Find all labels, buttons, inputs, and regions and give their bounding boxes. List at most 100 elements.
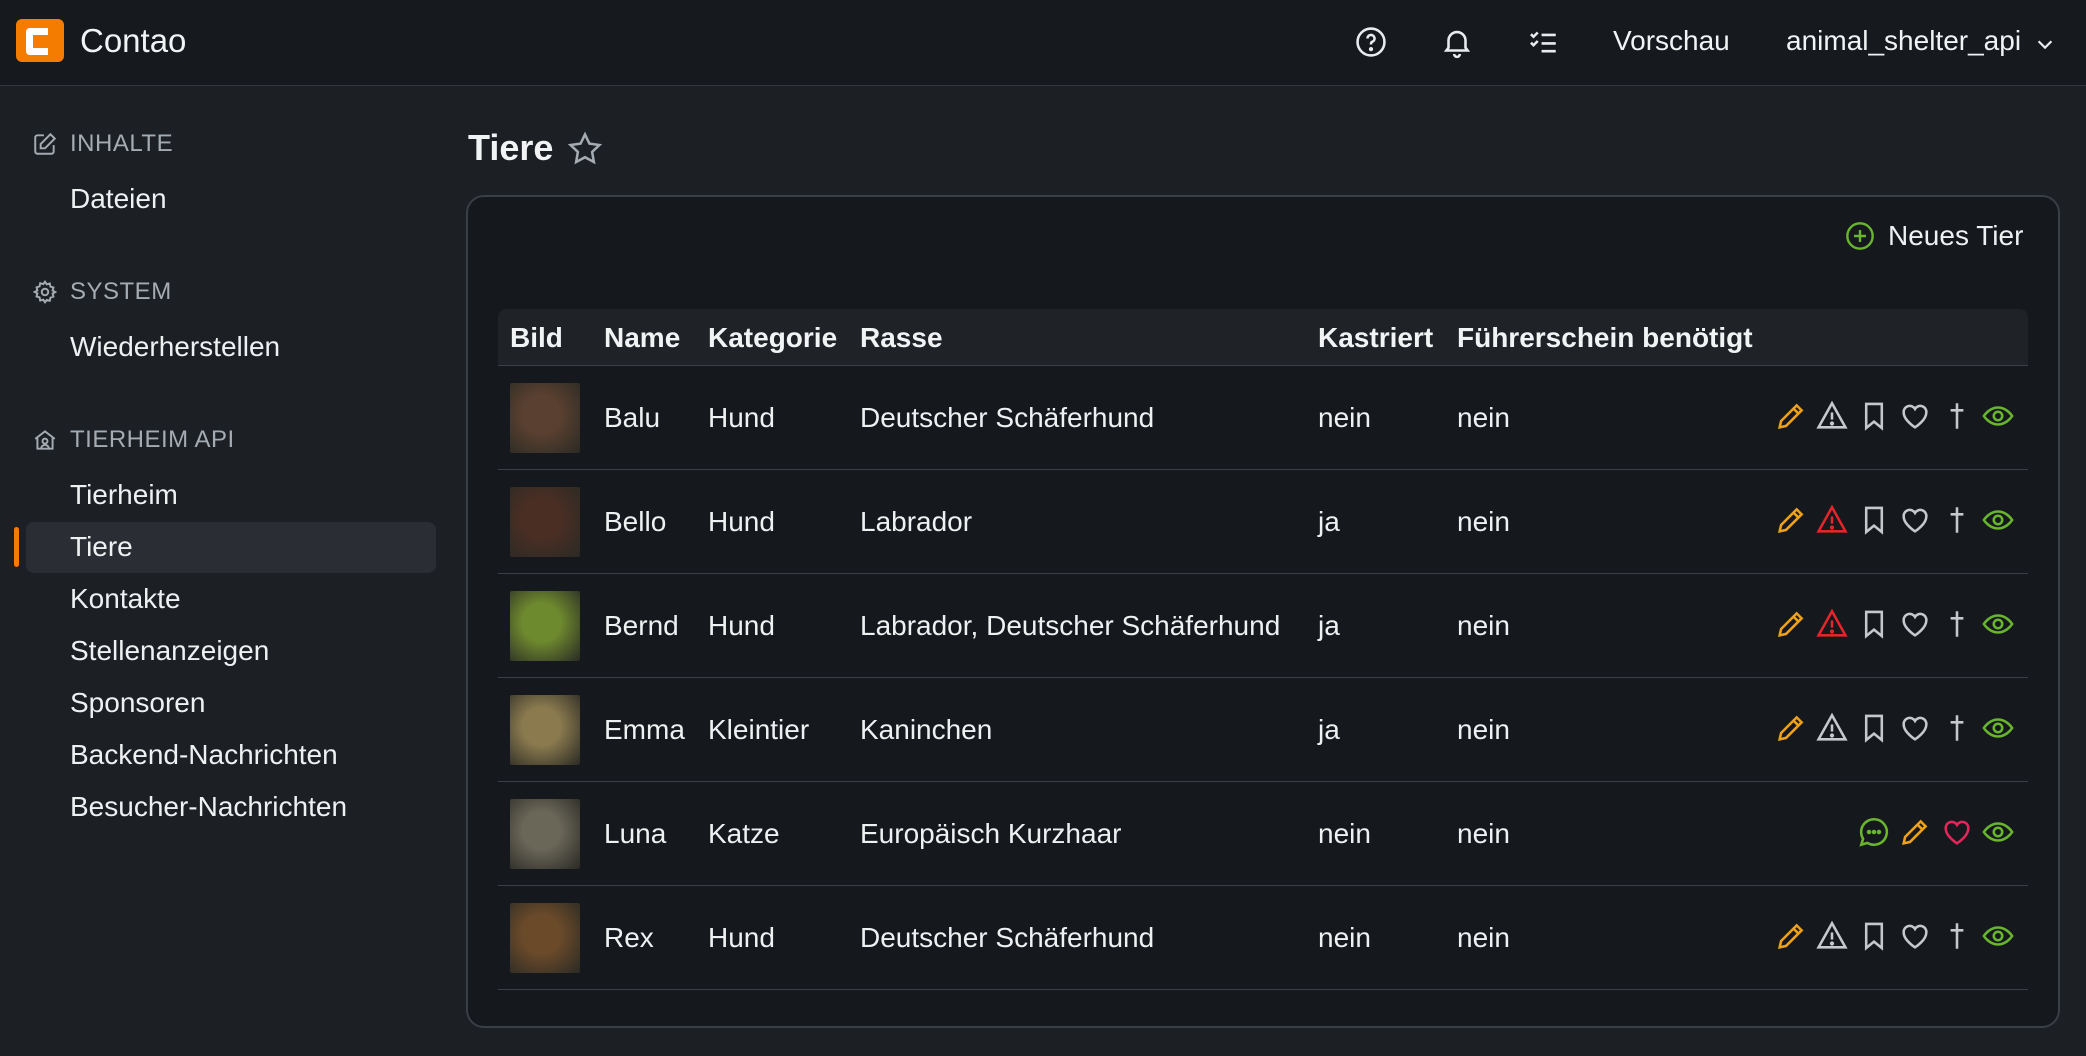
bell-icon[interactable]	[1440, 25, 1474, 59]
cell-breed: Labrador	[860, 506, 973, 537]
eye-icon[interactable]	[1981, 607, 2015, 641]
edit-icon	[34, 132, 57, 155]
chevron-down-icon[interactable]	[2034, 33, 2056, 55]
sidebar-group-tierheim-api[interactable]: TIERHEIM API	[32, 423, 235, 457]
sidebar-item-wiederherstellen[interactable]: Wiederherstellen	[70, 331, 280, 363]
animal-thumbnail[interactable]	[510, 903, 580, 973]
sidebar-group-inhalte[interactable]: INHALTE	[32, 127, 173, 161]
bookmark-icon[interactable]	[1857, 607, 1891, 641]
heart-icon[interactable]	[1898, 607, 1932, 641]
cell-category: Hund	[708, 506, 775, 537]
cell-category: Hund	[708, 402, 775, 433]
top-bar: Contao Vorschau animal_shelter_api	[0, 0, 2086, 86]
sidebar-group-label: TIERHEIM API	[70, 426, 235, 453]
cell-name: Rex	[604, 922, 654, 953]
sidebar-group-system[interactable]: SYSTEM	[32, 275, 172, 309]
bookmark-icon[interactable]	[1857, 399, 1891, 433]
sidebar-item-besucher-nachrichten[interactable]: Besucher-Nachrichten	[70, 791, 347, 823]
table-row[interactable]: Luna Katze Europäisch Kurzhaar nein nein	[498, 782, 2028, 886]
heart-icon[interactable]	[1898, 711, 1932, 745]
cell-breed: Kaninchen	[860, 714, 993, 745]
bookmark-icon[interactable]	[1857, 503, 1891, 537]
cell-name: Bernd	[604, 610, 679, 641]
table-row[interactable]: Rex Hund Deutscher Schäferhund nein nein	[498, 886, 2028, 990]
star-icon[interactable]	[566, 130, 604, 168]
eye-icon[interactable]	[1981, 711, 2015, 745]
cell-breed: Deutscher Schäferhund	[860, 922, 1155, 953]
warning-icon[interactable]	[1815, 919, 1849, 953]
page-title: Tiere	[468, 127, 554, 168]
sidebar-item-tierheim[interactable]: Tierheim	[70, 479, 178, 511]
eye-icon[interactable]	[1981, 919, 2015, 953]
sidebar-item-backend-nachrichten[interactable]: Backend-Nachrichten	[70, 739, 338, 771]
edit-icon[interactable]	[1774, 503, 1808, 537]
sidebar-group-label: SYSTEM	[70, 278, 172, 305]
heart-icon[interactable]	[1898, 919, 1932, 953]
preview-link[interactable]: Vorschau	[1613, 25, 1730, 57]
eye-icon[interactable]	[1981, 399, 2015, 433]
edit-icon[interactable]	[1774, 607, 1808, 641]
cell-license: nein	[1457, 714, 1510, 745]
sidebar-item-stellenanzeigen[interactable]: Stellenanzeigen	[70, 635, 269, 667]
edit-icon[interactable]	[1898, 815, 1932, 849]
table-row[interactable]: Bernd Hund Labrador, Deutscher Schäferhund…	[498, 574, 2028, 678]
animal-thumbnail[interactable]	[510, 591, 580, 661]
cross-icon[interactable]	[1940, 919, 1974, 953]
edit-icon[interactable]	[1774, 711, 1808, 745]
user-menu[interactable]: animal_shelter_api	[1786, 25, 2021, 57]
new-animal-button[interactable]: Neues Tier	[1844, 218, 2023, 254]
contao-logo[interactable]	[16, 19, 64, 62]
cross-icon[interactable]	[1940, 399, 1974, 433]
cell-breed: Deutscher Schäferhund	[860, 402, 1155, 433]
animal-thumbnail[interactable]	[510, 487, 580, 557]
edit-icon[interactable]	[1774, 399, 1808, 433]
column-header-kastriert: Kastriert	[1318, 322, 1434, 353]
cell-neutered: ja	[1318, 610, 1340, 641]
heart-icon[interactable]	[1898, 503, 1932, 537]
bookmark-icon[interactable]	[1857, 919, 1891, 953]
eye-icon[interactable]	[1981, 503, 2015, 537]
cell-neutered: ja	[1318, 506, 1340, 537]
gear-icon	[32, 280, 58, 304]
app-name[interactable]: Contao	[80, 22, 186, 60]
sidebar-item-kontakte[interactable]: Kontakte	[70, 583, 181, 615]
animal-thumbnail[interactable]	[510, 695, 580, 765]
sidebar-active-indicator	[14, 527, 19, 567]
animal-thumbnail[interactable]	[510, 383, 580, 453]
warning-icon[interactable]	[1815, 399, 1849, 433]
bookmark-icon[interactable]	[1857, 711, 1891, 745]
comment-icon[interactable]	[1857, 815, 1891, 849]
cell-category: Hund	[708, 922, 775, 953]
edit-icon[interactable]	[1774, 919, 1808, 953]
heart-icon[interactable]	[1940, 815, 1974, 849]
cell-neutered: nein	[1318, 818, 1371, 849]
tasks-icon[interactable]	[1526, 25, 1560, 59]
table-row[interactable]: Bello Hund Labrador ja nein	[498, 470, 2028, 574]
sidebar-item-dateien[interactable]: Dateien	[70, 183, 167, 215]
cross-icon[interactable]	[1940, 607, 1974, 641]
help-icon[interactable]	[1354, 25, 1388, 59]
warning-icon[interactable]	[1815, 607, 1849, 641]
cell-neutered: nein	[1318, 402, 1371, 433]
cell-category: Katze	[708, 818, 780, 849]
eye-icon[interactable]	[1981, 815, 2015, 849]
cell-license: nein	[1457, 506, 1510, 537]
cross-icon[interactable]	[1940, 503, 1974, 537]
shelter-icon	[34, 430, 56, 450]
warning-icon[interactable]	[1815, 711, 1849, 745]
cell-name: Bello	[604, 506, 667, 537]
table-row[interactable]: Emma Kleintier Kaninchen ja nein	[498, 678, 2028, 782]
sidebar-item-tiere[interactable]: Tiere	[70, 531, 133, 563]
animal-thumbnail[interactable]	[510, 799, 580, 869]
cell-license: nein	[1457, 818, 1510, 849]
cell-neutered: nein	[1318, 922, 1371, 953]
warning-icon[interactable]	[1815, 503, 1849, 537]
column-header-rasse: Rasse	[860, 322, 943, 353]
table-row[interactable]: Balu Hund Deutscher Schäferhund nein nein	[498, 366, 2028, 470]
heart-icon[interactable]	[1898, 399, 1932, 433]
cross-icon[interactable]	[1940, 711, 1974, 745]
cell-name: Emma	[604, 714, 685, 745]
cell-license: nein	[1457, 610, 1510, 641]
cell-category: Hund	[708, 610, 775, 641]
sidebar-item-sponsoren[interactable]: Sponsoren	[70, 687, 205, 719]
